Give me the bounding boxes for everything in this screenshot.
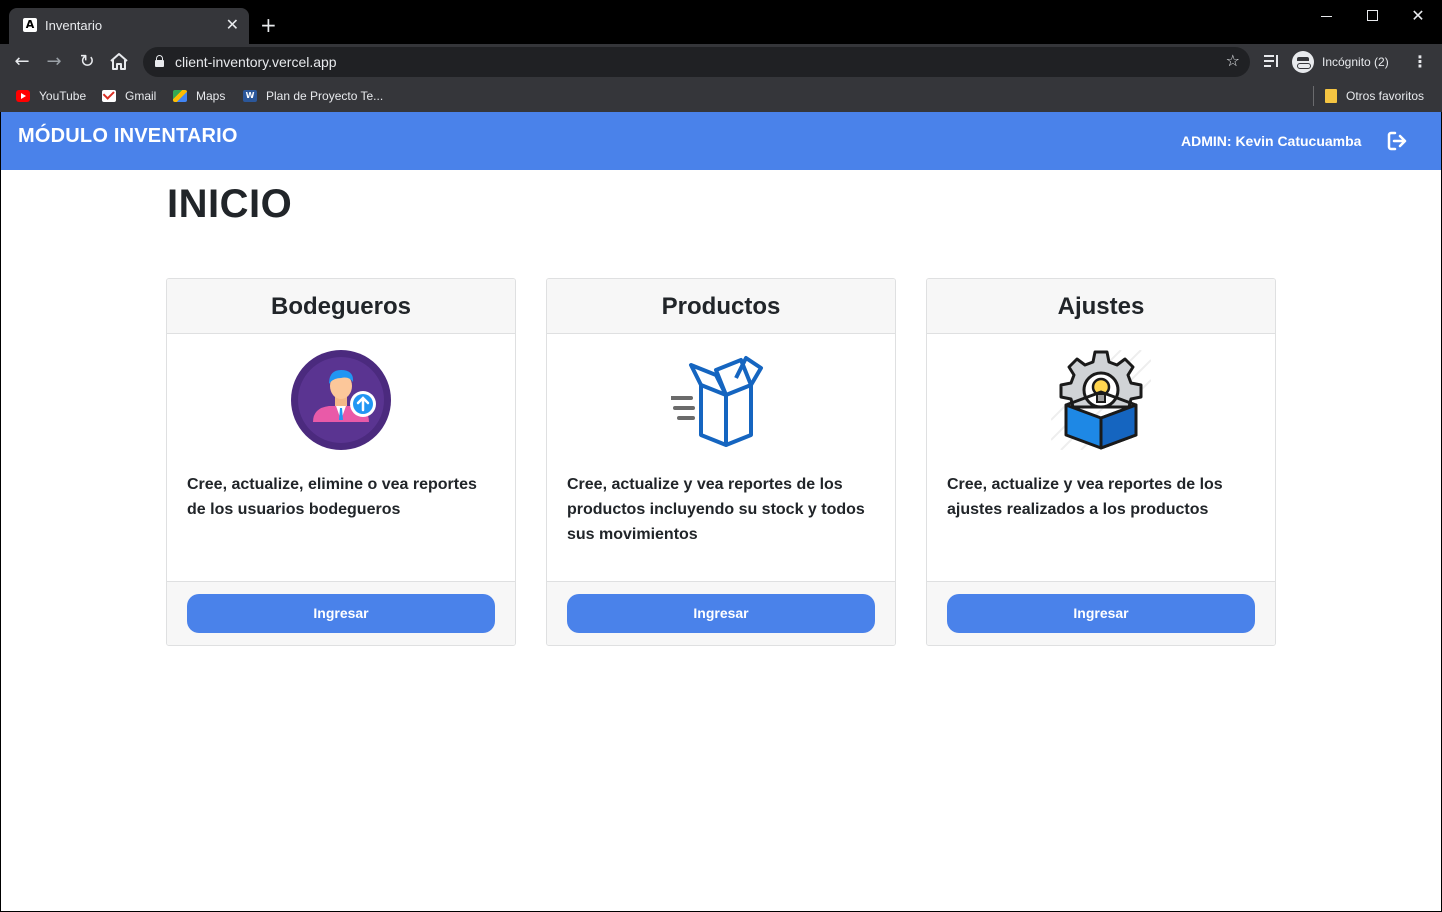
new-tab-icon[interactable]: +: [260, 14, 277, 36]
maximize-icon[interactable]: [1358, 6, 1388, 26]
minimize-icon[interactable]: [1312, 6, 1342, 26]
address-bar[interactable]: client-inventory.vercel.app ☆: [143, 47, 1250, 77]
ingresar-bodegueros-button[interactable]: Ingresar: [187, 594, 495, 633]
app-navbar: MÓDULO INVENTARIO ADMIN: Kevin Catucuamb…: [1, 112, 1441, 170]
card-ajustes: Ajustes Cree, actualize y vea reportes d…: [926, 278, 1276, 646]
page-content: MÓDULO INVENTARIO ADMIN: Kevin Catucuamb…: [1, 112, 1441, 911]
gmail-icon: [102, 90, 116, 102]
reload-icon[interactable]: ↻: [75, 50, 99, 74]
user-name: Kevin Catucuamba: [1235, 133, 1362, 149]
incognito-label: Incógnito (2): [1322, 55, 1389, 69]
window-close-icon[interactable]: ✕: [1403, 6, 1433, 26]
angular-favicon-icon: A: [23, 18, 37, 32]
user-upload-icon: [291, 350, 391, 450]
browser-toolbar: ← → ↻ client-inventory.vercel.app ☆ Incó…: [0, 44, 1442, 80]
bookmark-other-favorites[interactable]: Otros favoritos: [1325, 86, 1424, 106]
card-productos: Productos Cree, actualize y vea reportes…: [546, 278, 896, 646]
home-icon[interactable]: [107, 50, 131, 74]
youtube-icon: [16, 90, 30, 102]
bookmark-maps[interactable]: Maps: [173, 86, 225, 106]
lock-icon[interactable]: [155, 55, 164, 67]
folder-icon: [1325, 89, 1337, 103]
card-footer: Ingresar: [167, 581, 515, 645]
bookmark-label: Otros favoritos: [1346, 89, 1425, 103]
url-text[interactable]: client-inventory.vercel.app: [175, 54, 337, 70]
gear-box-icon: [1051, 350, 1151, 450]
forward-arrow-icon[interactable]: →: [42, 50, 66, 74]
user-role: ADMIN:: [1181, 133, 1232, 149]
browser-tab[interactable]: A Inventario ✕: [9, 8, 249, 44]
card-description: Cree, actualize, elimine o vea reportes …: [187, 476, 477, 518]
ingresar-ajustes-button[interactable]: Ingresar: [947, 594, 1255, 633]
bookmark-label: Gmail: [125, 89, 157, 103]
page-title: INICIO: [167, 182, 293, 226]
card-footer: Ingresar: [927, 581, 1275, 645]
tab-close-icon[interactable]: ✕: [226, 16, 239, 34]
reading-list-icon[interactable]: [1262, 52, 1280, 70]
incognito-icon: [1292, 51, 1314, 73]
ingresar-productos-button[interactable]: Ingresar: [567, 594, 875, 633]
card-title: Productos: [547, 279, 895, 334]
tab-title: Inventario: [45, 18, 103, 33]
bookmark-youtube[interactable]: YouTube: [16, 86, 86, 106]
bookmarks-bar: YouTube Gmail Maps W Plan de Proyecto Te…: [0, 80, 1442, 112]
card-title: Bodegueros: [167, 279, 515, 334]
incognito-profile-button[interactable]: Incógnito (2): [1292, 49, 1389, 75]
bookmark-label: Maps: [196, 89, 226, 103]
bookmark-gmail[interactable]: Gmail: [102, 86, 156, 106]
card-description: Cree, actualize y vea reportes de los pr…: [567, 476, 865, 543]
logout-icon[interactable]: [1385, 129, 1409, 153]
bookmarks-divider: [1313, 86, 1314, 106]
card-title: Ajustes: [927, 279, 1275, 334]
app-title[interactable]: MÓDULO INVENTARIO: [18, 125, 238, 148]
bookmark-label: YouTube: [39, 89, 87, 103]
browser-menu-icon[interactable]: ⋮: [1412, 52, 1428, 72]
card-footer: Ingresar: [547, 581, 895, 645]
bookmark-star-icon[interactable]: ☆: [1226, 51, 1240, 70]
card-description: Cree, actualize y vea reportes de los aj…: [947, 476, 1223, 518]
open-box-icon: [671, 356, 763, 447]
browser-titlebar: A Inventario ✕ + ✕: [0, 0, 1442, 44]
bookmark-label: Plan de Proyecto Te...: [266, 89, 384, 103]
bookmark-plan-proyecto[interactable]: W Plan de Proyecto Te...: [243, 86, 383, 106]
maps-icon: [173, 90, 187, 102]
card-bodegueros: Bodegueros Cree, actualize, elimine o ve…: [166, 278, 516, 646]
back-arrow-icon[interactable]: ←: [10, 50, 34, 74]
user-info: ADMIN: Kevin Catucuamba: [1181, 133, 1361, 149]
word-icon: W: [243, 90, 257, 102]
